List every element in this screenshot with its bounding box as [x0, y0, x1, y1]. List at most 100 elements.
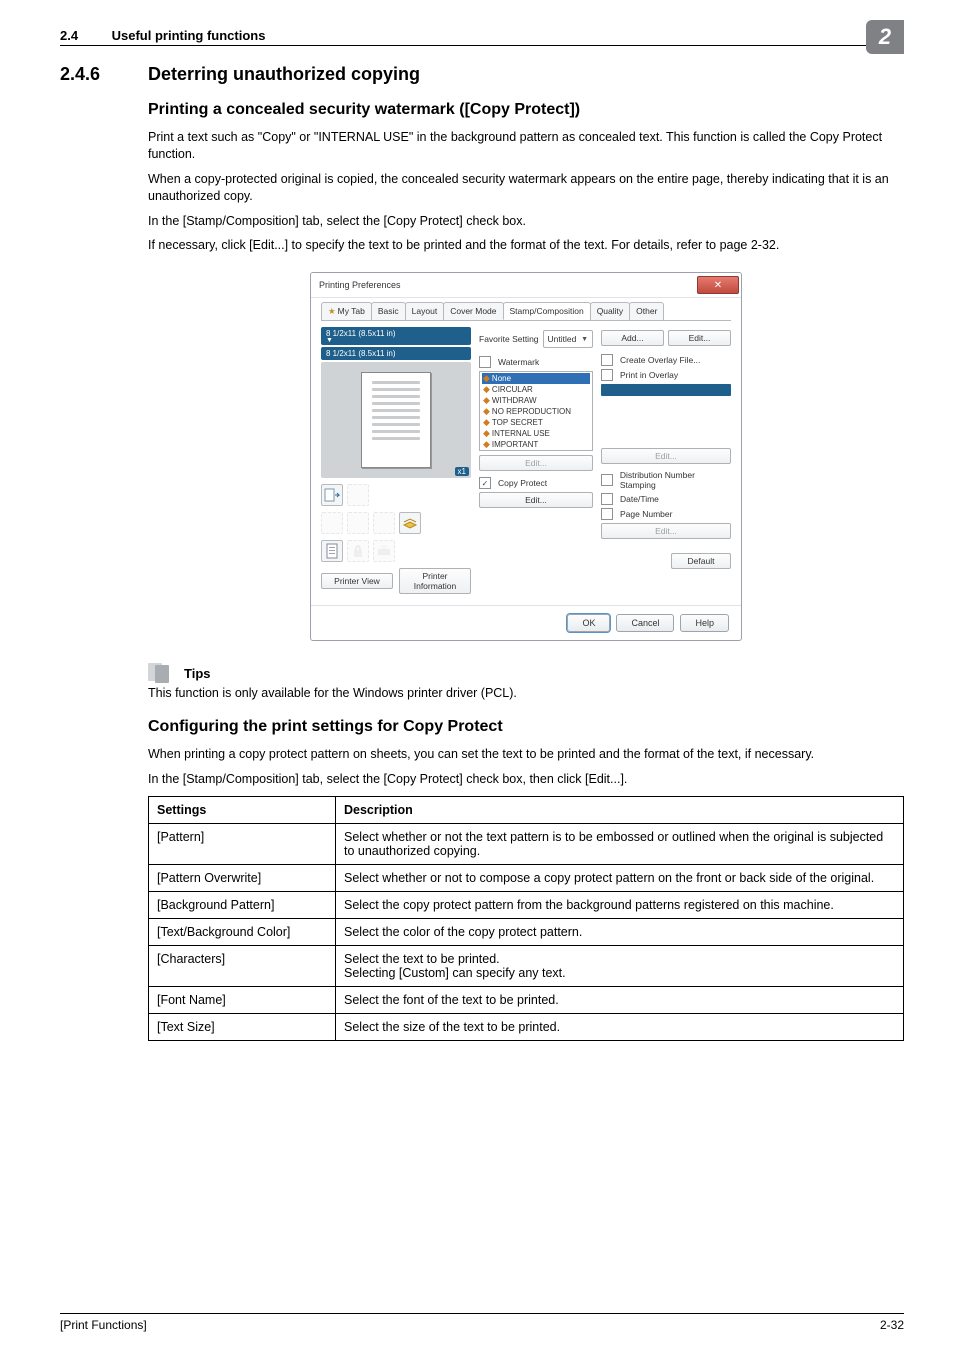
- header-section-number: 2.4: [60, 28, 108, 43]
- tab-layout[interactable]: Layout: [405, 302, 445, 320]
- heading-3a: Printing a concealed security watermark …: [148, 101, 904, 119]
- cancel-button[interactable]: Cancel: [616, 614, 674, 632]
- favorite-setting-combo[interactable]: Untitled ▼: [543, 330, 593, 348]
- document-icon[interactable]: [321, 540, 343, 562]
- create-overlay-label: Create Overlay File...: [620, 355, 700, 365]
- tips-icon: [148, 663, 178, 683]
- page-number-checkbox[interactable]: [601, 508, 613, 520]
- disabled-icon-4: [373, 512, 395, 534]
- print-overlay-checkbox[interactable]: [601, 369, 613, 381]
- table-val: Select the color of the copy protect pat…: [336, 918, 904, 945]
- default-button[interactable]: Default: [671, 553, 731, 569]
- heading-2-number: 2.4.6: [60, 64, 148, 85]
- watermark-listbox[interactable]: ◆None ◆CIRCULAR ◆WITHDRAW ◆NO REPRODUCTI…: [479, 371, 593, 451]
- section1-p4: If necessary, click [Edit...] to specify…: [148, 237, 904, 254]
- table-row: [Characters] Select the text to be print…: [149, 945, 904, 986]
- heading-2-title: Deterring unauthorized copying: [148, 64, 420, 85]
- help-button[interactable]: Help: [680, 614, 729, 632]
- table-key: [Pattern Overwrite]: [149, 864, 336, 891]
- table-val: Select whether or not to compose a copy …: [336, 864, 904, 891]
- footer-left: [Print Functions]: [60, 1318, 147, 1332]
- overlay-edit-button[interactable]: Edit...: [601, 448, 731, 464]
- ok-button[interactable]: OK: [567, 614, 610, 632]
- table-val: Select the copy protect pattern from the…: [336, 891, 904, 918]
- overlay-preview: [601, 384, 731, 396]
- dialog-tabs: ★My Tab Basic Layout Cover Mode Stamp/Co…: [321, 302, 731, 321]
- lock-icon: [347, 540, 369, 562]
- dialog-right-column: Add... Edit... Create Overlay File... Pr…: [601, 327, 731, 597]
- list-item: ◆None: [482, 373, 590, 384]
- copy-protect-label: Copy Protect: [498, 478, 547, 488]
- date-time-label: Date/Time: [620, 494, 659, 504]
- table-val: Select the text to be printed. Selecting…: [336, 945, 904, 986]
- disabled-icon-2: [321, 512, 343, 534]
- chevron-down-icon: ▼: [326, 338, 466, 343]
- fav-add-button[interactable]: Add...: [601, 330, 664, 346]
- list-item: ◆NO REPRODUCTION: [482, 406, 590, 417]
- list-item: ◆IMPORTANT: [482, 439, 590, 450]
- create-overlay-checkbox[interactable]: [601, 354, 613, 366]
- disabled-icon-1: [347, 484, 369, 506]
- distribution-stamping-label: Distribution Number Stamping: [620, 470, 731, 490]
- tab-quality[interactable]: Quality: [590, 302, 630, 320]
- section1-p3: In the [Stamp/Composition] tab, select t…: [148, 213, 904, 230]
- fav-edit-button[interactable]: Edit...: [668, 330, 731, 346]
- table-key: [Pattern]: [149, 823, 336, 864]
- watermark-checkbox[interactable]: [479, 356, 491, 368]
- watermark-edit-button[interactable]: Edit...: [479, 455, 593, 471]
- table-row: [Pattern] Select whether or not the text…: [149, 823, 904, 864]
- dialog-title: Printing Preferences: [319, 280, 697, 290]
- header-left: 2.4 Useful printing functions: [60, 28, 265, 43]
- printing-preferences-dialog: Printing Preferences ✕ ★My Tab Basic Lay…: [310, 272, 742, 641]
- disabled-icon-3: [347, 512, 369, 534]
- running-header: 2.4 Useful printing functions 2: [60, 28, 904, 45]
- page-preview: x1: [321, 362, 471, 478]
- distribution-stamping-checkbox[interactable]: [601, 474, 613, 486]
- printer-information-button[interactable]: Printer Information: [399, 568, 471, 594]
- copy-protect-checkbox[interactable]: ✓: [479, 477, 491, 489]
- dialog-footer: OK Cancel Help: [311, 605, 741, 640]
- table-head-row: Settings Description: [149, 796, 904, 823]
- preview-sheet: [361, 372, 431, 468]
- copy-protect-edit-button[interactable]: Edit...: [479, 492, 593, 508]
- table-key: [Text/Background Color]: [149, 918, 336, 945]
- table-row: [Pattern Overwrite] Select whether or no…: [149, 864, 904, 891]
- header-rule: [60, 45, 904, 46]
- favorite-setting-label: Favorite Setting: [479, 334, 539, 344]
- chevron-down-icon: ▼: [581, 336, 588, 343]
- footer-right: 2-32: [880, 1318, 904, 1332]
- header-title: Useful printing functions: [112, 28, 266, 43]
- tab-other[interactable]: Other: [629, 302, 664, 320]
- zoom-badge: x1: [455, 467, 469, 476]
- dialog-middle-column: Favorite Setting Untitled ▼ Watermark: [479, 327, 593, 597]
- tips-block: Tips: [148, 663, 904, 683]
- numbering-edit-button[interactable]: Edit...: [601, 523, 731, 539]
- paper-size-band-top: 8 1/2x11 (8.5x11 in) ▼: [321, 327, 471, 345]
- list-item: ◆TOP SECRET: [482, 417, 590, 428]
- tips-label: Tips: [184, 666, 211, 681]
- tab-basic[interactable]: Basic: [371, 302, 406, 320]
- close-icon[interactable]: ✕: [697, 276, 739, 294]
- table-key: [Text Size]: [149, 1013, 336, 1040]
- list-item: ◆INTERNAL USE: [482, 428, 590, 439]
- table-val: Select the font of the text to be printe…: [336, 986, 904, 1013]
- section2-p2: In the [Stamp/Composition] tab, select t…: [148, 771, 904, 788]
- table-val: Select the size of the text to be printe…: [336, 1013, 904, 1040]
- tab-my-tab[interactable]: ★My Tab: [321, 302, 372, 320]
- preview-icon-row: [321, 484, 471, 506]
- watermark-label: Watermark: [498, 357, 539, 367]
- table-key: [Characters]: [149, 945, 336, 986]
- paper-size-band-bottom: 8 1/2x11 (8.5x11 in): [321, 347, 471, 360]
- printer-view-button[interactable]: Printer View: [321, 573, 393, 589]
- tab-cover-mode[interactable]: Cover Mode: [443, 302, 503, 320]
- table-head-description: Description: [336, 796, 904, 823]
- section1-p2: When a copy-protected original is copied…: [148, 171, 904, 205]
- date-time-checkbox[interactable]: [601, 493, 613, 505]
- page-number-label: Page Number: [620, 509, 672, 519]
- orientation-icon[interactable]: [321, 484, 343, 506]
- printer-icon: [373, 540, 395, 562]
- dialog-titlebar: Printing Preferences ✕: [311, 273, 741, 298]
- section1-p1: Print a text such as "Copy" or "INTERNAL…: [148, 129, 904, 163]
- stack-icon[interactable]: [399, 512, 421, 534]
- tab-stamp-composition[interactable]: Stamp/Composition: [503, 302, 591, 320]
